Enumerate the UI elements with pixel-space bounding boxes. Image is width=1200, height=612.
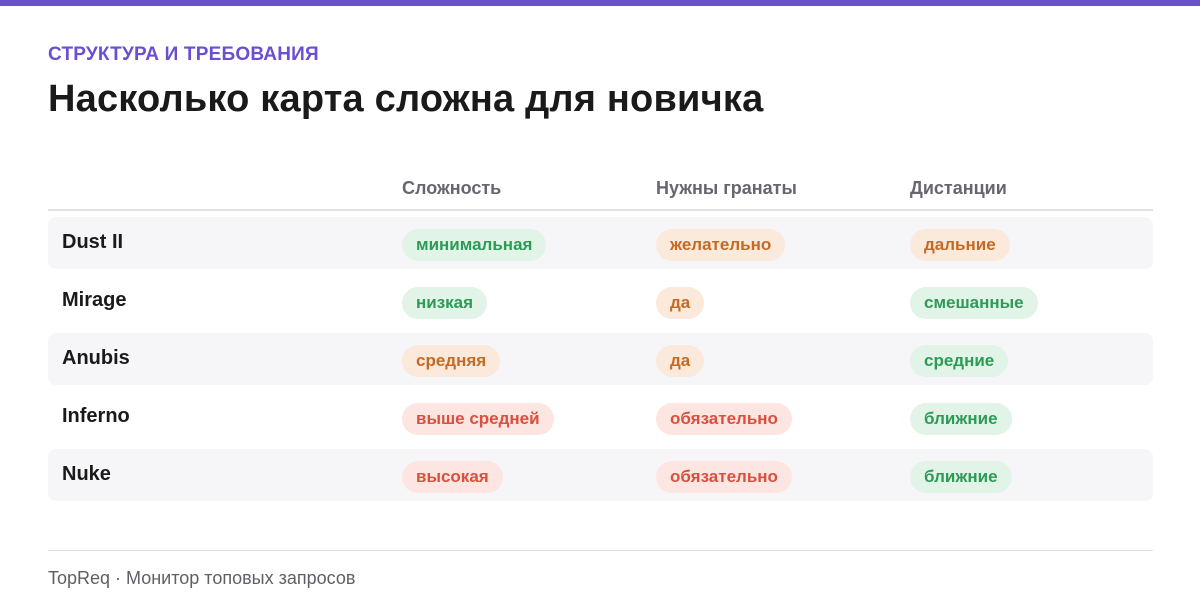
map-name: Inferno [62, 405, 130, 427]
distances-badge: дальние [910, 229, 1010, 261]
top-accent-bar [0, 0, 1200, 6]
column-header-distances: Дистанции [910, 178, 1007, 198]
grenades-badge: да [656, 345, 705, 377]
grenades-badge: желательно [656, 229, 786, 261]
section-kicker: СТРУКТУРА И ТРЕБОВАНИЯ [48, 44, 319, 65]
difficulty-badge: выше средней [402, 403, 554, 435]
footer-divider [48, 550, 1153, 551]
footer-text: TopReq · Монитор топовых запросов [48, 568, 356, 588]
table-row: Nuke высокая обязательно ближние [48, 449, 1153, 501]
map-name: Mirage [62, 289, 127, 311]
difficulty-badge: минимальная [402, 229, 547, 261]
page-title: Насколько карта сложна для новичка [48, 78, 764, 120]
table-row: Mirage низкая да смешанные [48, 275, 1153, 327]
maps-table: Сложность Нужны гранаты Дистанции Dust I… [48, 164, 1153, 501]
difficulty-badge: высокая [402, 461, 503, 493]
map-name: Nuke [62, 463, 111, 485]
distances-badge: ближние [910, 403, 1012, 435]
difficulty-badge: средняя [402, 345, 501, 377]
map-name: Dust II [62, 231, 124, 253]
distances-badge: средние [910, 345, 1009, 377]
column-header-difficulty: Сложность [402, 178, 502, 198]
distances-badge: ближние [910, 461, 1012, 493]
grenades-badge: да [656, 287, 705, 319]
table-row: Inferno выше средней обязательно ближние [48, 391, 1153, 443]
table-row: Dust II минимальная желательно дальние [48, 217, 1153, 269]
grenades-badge: обязательно [656, 461, 792, 493]
distances-badge: смешанные [910, 287, 1038, 319]
table-row: Anubis средняя да средние [48, 333, 1153, 385]
grenades-badge: обязательно [656, 403, 792, 435]
difficulty-badge: низкая [402, 287, 488, 319]
map-name: Anubis [62, 347, 130, 369]
table-header: Сложность Нужны гранаты Дистанции [48, 164, 1153, 211]
column-header-grenades: Нужны гранаты [656, 178, 797, 198]
